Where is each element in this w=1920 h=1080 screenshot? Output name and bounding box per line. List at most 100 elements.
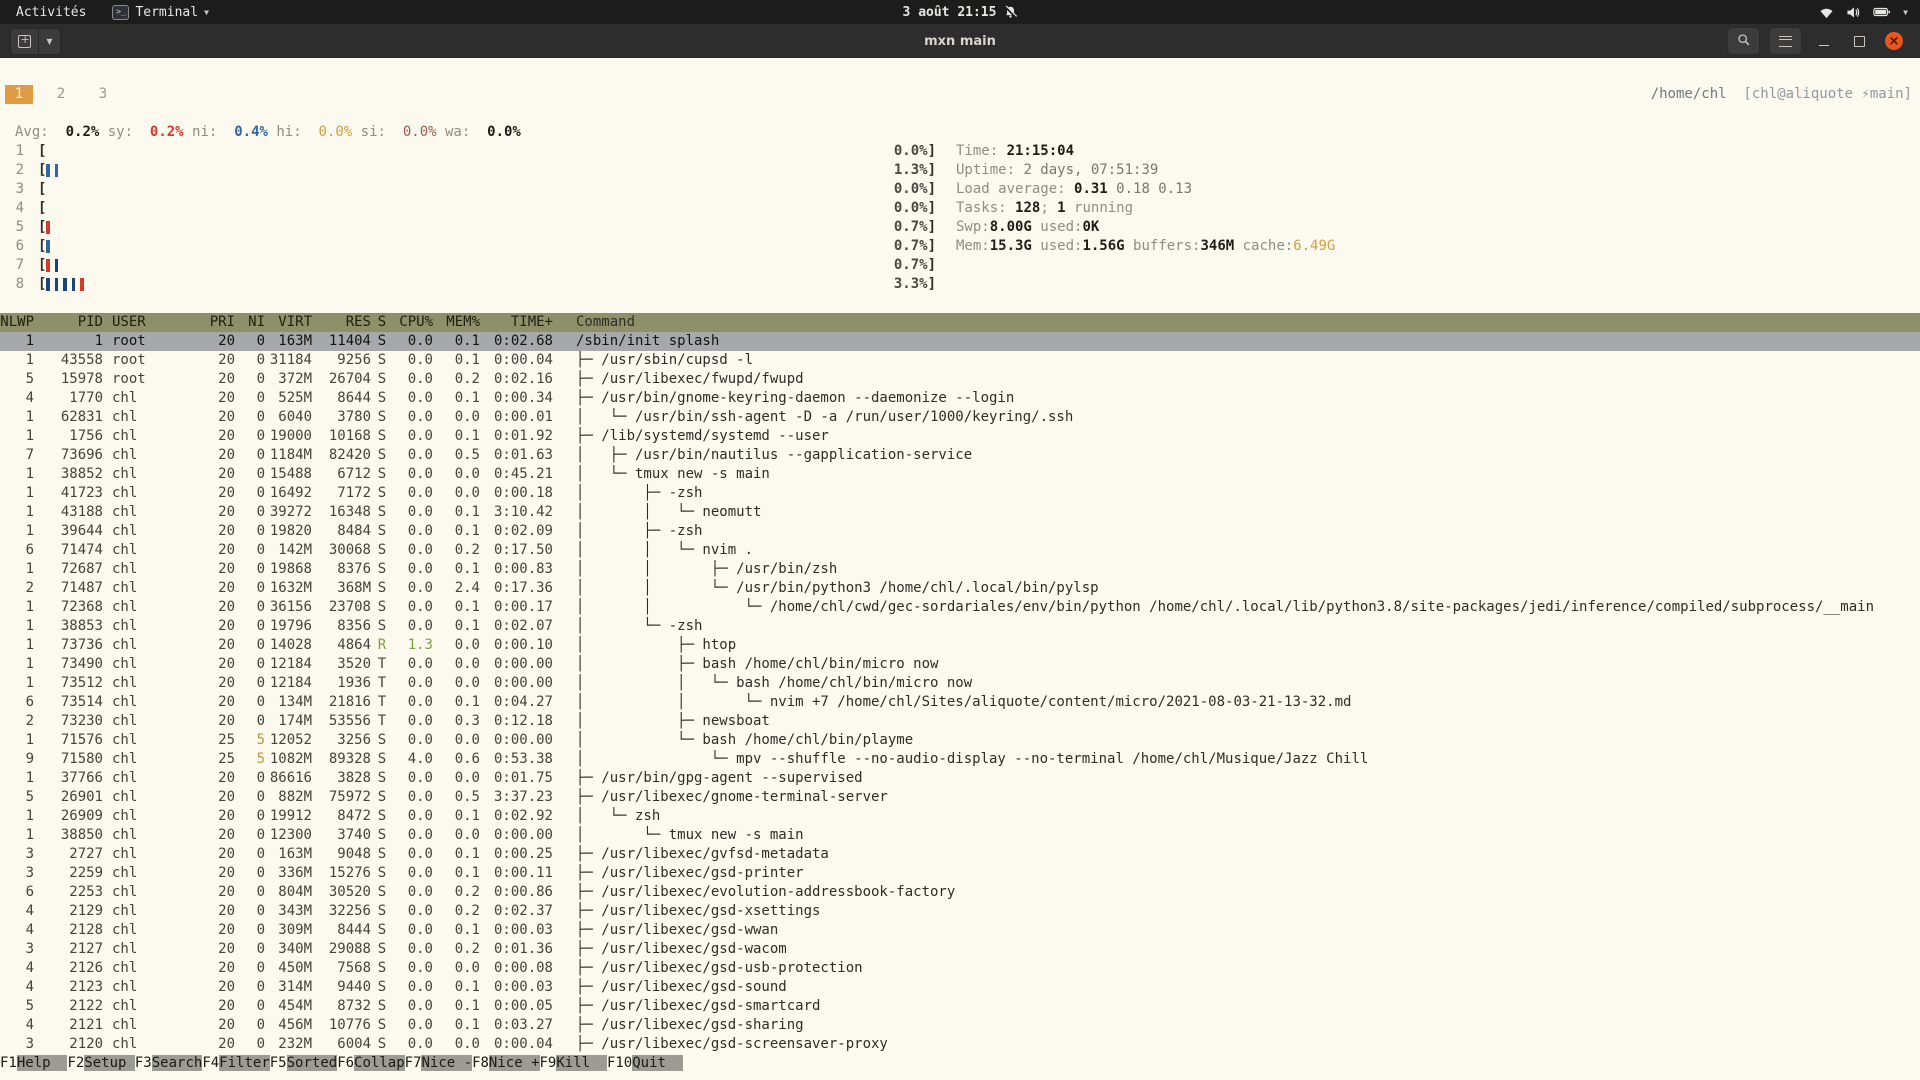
cell-res: 8356	[312, 617, 371, 636]
clock-menu[interactable]: 3 août 21:15	[903, 5, 1018, 20]
column-header-nlwp[interactable]: NLWP	[0, 313, 34, 332]
process-row[interactable]: 138853chl200197968356S0.00.10:02.07│ └─ …	[0, 617, 1920, 636]
fkey-f10[interactable]: F10Quit	[607, 1054, 683, 1073]
process-row[interactable]: 42129chl200343M32256S0.00.20:02.37├─ /us…	[0, 902, 1920, 921]
process-row[interactable]: 162831chl20060403780S0.00.00:00.01│ └─ /…	[0, 408, 1920, 427]
process-row[interactable]: 62253chl200804M30520S0.00.20:00.86├─ /us…	[0, 883, 1920, 902]
process-row[interactable]: 137766chl200866163828S0.00.00:01.75├─ /u…	[0, 769, 1920, 788]
cell-ni: 0	[235, 598, 265, 617]
process-row[interactable]: 126909chl200199128472S0.00.10:02.92│ └─ …	[0, 807, 1920, 826]
cell-time: 0:00.01	[480, 408, 553, 427]
cell-ni: 0	[235, 655, 265, 674]
system-status-menu[interactable]: ▼	[1819, 6, 1920, 19]
tmux-window-3[interactable]: 3	[89, 85, 117, 104]
cell-res: 3740	[312, 826, 371, 845]
cell-s: S	[371, 997, 393, 1016]
maximize-button[interactable]	[1846, 28, 1872, 54]
process-row[interactable]: 671474chl200142M30068S0.00.20:17.50│ │ └…	[0, 541, 1920, 560]
tmux-window-2[interactable]: 2	[47, 85, 75, 104]
process-row[interactable]: 673514chl200134M21816T0.00.10:04.27│ │ └…	[0, 693, 1920, 712]
fkey-f8[interactable]: F8Nice +	[472, 1054, 539, 1073]
cell-pri: 20	[173, 1035, 235, 1054]
process-row[interactable]: 41770chl200525M8644S0.00.10:00.34├─ /usr…	[0, 389, 1920, 408]
column-header-s[interactable]: S	[371, 313, 393, 332]
cell-cpu: 0.0	[393, 1016, 433, 1035]
process-row[interactable]: 143558root200311849256S0.00.10:00.04├─ /…	[0, 351, 1920, 370]
process-row[interactable]: 32727chl200163M9048S0.00.10:00.25├─ /usr…	[0, 845, 1920, 864]
terminal-pane[interactable]: 123 /home/chl [chl@aliquote ⚡main] Avg: …	[0, 58, 1920, 1080]
process-row[interactable]: 32120chl200232M6004S0.00.00:00.04├─ /usr…	[0, 1035, 1920, 1054]
process-row[interactable]: 271487chl2001632M368MS0.02.40:17.36│ │ └…	[0, 579, 1920, 598]
cell-time: 0:00.83	[480, 560, 553, 579]
cell-pid: 73512	[34, 674, 103, 693]
app-menu[interactable]: >_ Terminal ▼	[112, 5, 208, 20]
cell-res: 368M	[312, 579, 371, 598]
process-row[interactable]: 173512chl200121841936T0.00.00:00.00│ │ └…	[0, 674, 1920, 693]
process-row[interactable]: 172368chl2003615623708S0.00.10:00.17│ │ …	[0, 598, 1920, 617]
process-row[interactable]: 32127chl200340M29088S0.00.20:01.36├─ /us…	[0, 940, 1920, 959]
cell-pid: 1770	[34, 389, 103, 408]
column-header-command[interactable]: Command	[553, 313, 1920, 332]
cell-cpu: 0.0	[393, 351, 433, 370]
process-row[interactable]: 971580chl2551082M89328S4.00.60:53.38│ └─…	[0, 750, 1920, 769]
cell-user: chl	[103, 560, 173, 579]
cell-nlwp: 4	[0, 1016, 34, 1035]
cell-cpu: 0.0	[393, 617, 433, 636]
process-row[interactable]: 42123chl200314M9440S0.00.10:00.03├─ /usr…	[0, 978, 1920, 997]
fkey-f1[interactable]: F1Help	[0, 1054, 67, 1073]
fkey-f6[interactable]: F6Collap	[337, 1054, 404, 1073]
fkey-f3[interactable]: F3Search	[135, 1054, 202, 1073]
cell-s: S	[371, 389, 393, 408]
process-row[interactable]: 526901chl200882M75972S0.00.53:37.23├─ /u…	[0, 788, 1920, 807]
column-header-virt[interactable]: VIRT	[265, 313, 312, 332]
new-terminal-dropdown[interactable]: ▼	[39, 28, 61, 55]
process-row[interactable]: 42128chl200309M8444S0.00.10:00.03├─ /usr…	[0, 921, 1920, 940]
process-row[interactable]: 42126chl200450M7568S0.00.00:00.08├─ /usr…	[0, 959, 1920, 978]
activities-button[interactable]: Activités	[12, 5, 90, 20]
fkey-f9[interactable]: F9Kill	[540, 1054, 607, 1073]
close-button[interactable]: ×	[1881, 28, 1907, 54]
process-row[interactable]: 171576chl255120523256S0.00.00:00.00│ └─ …	[0, 731, 1920, 750]
fkey-f2[interactable]: F2Setup	[67, 1054, 134, 1073]
column-header-user[interactable]: USER	[103, 313, 173, 332]
column-header-cpu[interactable]: CPU%	[393, 313, 433, 332]
column-header-mem[interactable]: MEM%	[433, 313, 480, 332]
process-row[interactable]: 11root200163M11404S0.00.10:02.68/sbin/in…	[0, 332, 1920, 351]
column-header-pri[interactable]: PRI	[173, 313, 235, 332]
process-row[interactable]: 11756chl2001900010168S0.00.10:01.92├─ /l…	[0, 427, 1920, 446]
process-row[interactable]: 173490chl200121843520T0.00.00:00.00│ ├─ …	[0, 655, 1920, 674]
cell-s: S	[371, 978, 393, 997]
process-row[interactable]: 42121chl200456M10776S0.00.10:03.27├─ /us…	[0, 1016, 1920, 1035]
column-header-res[interactable]: RES	[312, 313, 371, 332]
process-row[interactable]: 273230chl200174M53556T0.00.30:12.18│ ├─ …	[0, 712, 1920, 731]
menu-button[interactable]	[1769, 27, 1802, 55]
new-terminal-button[interactable]	[10, 28, 39, 55]
column-header-pid[interactable]: PID	[34, 313, 103, 332]
process-row[interactable]: 173736chl200140284864R1.30.00:00.10│ ├─ …	[0, 636, 1920, 655]
tmux-window-1[interactable]: 1	[5, 85, 33, 104]
search-button[interactable]	[1727, 27, 1760, 55]
cell-cpu: 0.0	[393, 598, 433, 617]
cell-pid: 37766	[34, 769, 103, 788]
fkey-f7[interactable]: F7Nice -	[405, 1054, 472, 1073]
fkey-f5[interactable]: F5Sorted	[270, 1054, 337, 1073]
process-row[interactable]: 138852chl200154886712S0.00.00:45.21│ └─ …	[0, 465, 1920, 484]
process-row[interactable]: 138850chl200123003740S0.00.00:00.00│ └─ …	[0, 826, 1920, 845]
cell-time: 0:00.11	[480, 864, 553, 883]
minimize-button[interactable]	[1811, 28, 1837, 54]
cell-mem: 0.2	[433, 940, 480, 959]
cell-nlwp: 1	[0, 465, 34, 484]
process-row[interactable]: 52122chl200454M8732S0.00.10:00.05├─ /usr…	[0, 997, 1920, 1016]
column-header-time[interactable]: TIME+	[480, 313, 553, 332]
process-row[interactable]: 172687chl200198688376S0.00.10:00.83│ │ ├…	[0, 560, 1920, 579]
process-row[interactable]: 143188chl2003927216348S0.00.13:10.42│ │ …	[0, 503, 1920, 522]
process-row[interactable]: 515978root200372M26704S0.00.20:02.16├─ /…	[0, 370, 1920, 389]
process-row[interactable]: 32259chl200336M15276S0.00.10:00.11├─ /us…	[0, 864, 1920, 883]
process-row[interactable]: 141723chl200164927172S0.00.00:00.18│ ├─ …	[0, 484, 1920, 503]
cell-res: 15276	[312, 864, 371, 883]
process-row[interactable]: 139644chl200198208484S0.00.10:02.09│ ├─ …	[0, 522, 1920, 541]
fkey-f4[interactable]: F4Filter	[202, 1054, 269, 1073]
column-header-ni[interactable]: NI	[235, 313, 265, 332]
cell-mem: 0.0	[433, 484, 480, 503]
process-row[interactable]: 773696chl2001184M82420S0.00.50:01.63│ ├─…	[0, 446, 1920, 465]
